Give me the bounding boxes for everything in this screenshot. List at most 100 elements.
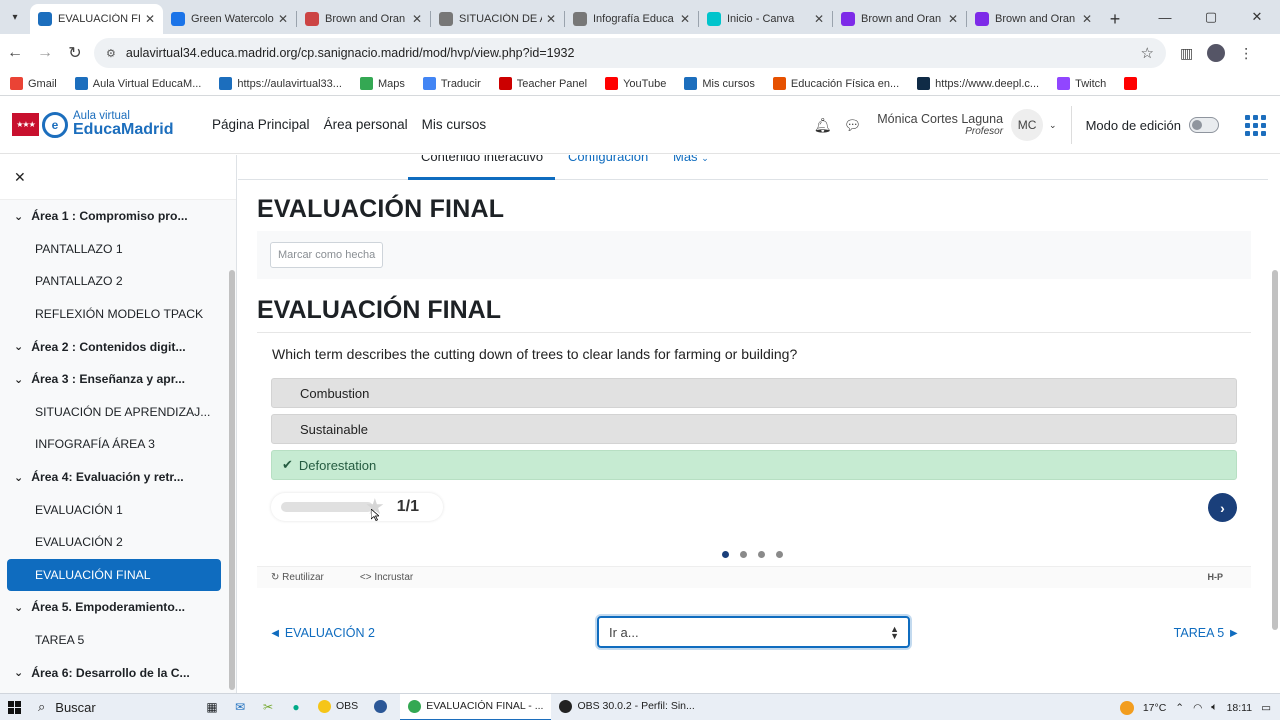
next-slide-button[interactable]: › [1208, 493, 1237, 522]
mark-as-done-button[interactable]: Marcar como hecha [270, 242, 384, 268]
address-bar[interactable]: ⚙ aulavirtual34.educa.madrid.org/cp.sani… [94, 38, 1166, 68]
bookmark-item[interactable]: Teacher Panel [498, 77, 587, 90]
apps-grid-icon[interactable] [1245, 114, 1266, 136]
chevron-down-icon[interactable]: ⌄ [14, 471, 23, 484]
course-activity[interactable]: SITUACIÓN DE APRENDIZAJ... [0, 396, 224, 429]
forward-icon[interactable]: → [30, 38, 60, 68]
profile-avatar[interactable] [1207, 44, 1226, 62]
course-activity[interactable]: EVALUACIÓN 1 [0, 493, 224, 526]
clock[interactable]: 18:11 [1227, 702, 1253, 714]
snipping-tool-icon[interactable]: ✂ [254, 694, 282, 720]
side-panel-icon[interactable]: ▥ [1180, 45, 1193, 62]
tab-close-icon[interactable]: ✕ [814, 12, 824, 26]
chevron-down-icon[interactable]: ⌄ [14, 210, 23, 223]
tab-close-icon[interactable]: ✕ [278, 12, 288, 26]
close-window-icon[interactable]: ✕ [1234, 0, 1280, 34]
network-icon[interactable]: ◠ [1193, 702, 1202, 714]
taskbar-app[interactable]: EVALUACIÓN FINAL - ... [400, 693, 552, 720]
site-logo[interactable]: ★★★ e Aula virtual EducaMadrid [12, 110, 198, 139]
site-info-icon[interactable]: ⚙ [106, 47, 116, 60]
course-activity[interactable]: EVALUACIÓN 2 [0, 526, 224, 559]
slide-dot[interactable] [722, 551, 729, 558]
course-section[interactable]: ⌄ Área 6: Desarrollo de la C... [0, 656, 224, 689]
windows-start-icon[interactable] [0, 694, 28, 720]
slide-dot[interactable] [776, 551, 783, 558]
course-section[interactable]: ⌄ Área 4: Evaluación y retr... [0, 461, 224, 494]
browser-menu-icon[interactable]: ⋮ [1239, 45, 1253, 62]
task-view-icon[interactable]: ▦ [198, 694, 226, 720]
next-activity-link[interactable]: TAREA 5 ► [1174, 626, 1240, 640]
tab-interactive-content[interactable]: Contenido interactivo [421, 155, 543, 164]
mail-icon[interactable]: ✉ [226, 694, 254, 720]
bookmark-item[interactable]: https://www.deepl.c... [917, 77, 1039, 90]
nav-link[interactable]: Página Principal [212, 117, 310, 132]
reuse-button[interactable]: ↻ Reutilizar [271, 572, 342, 583]
chevron-down-icon[interactable]: ⌄ [14, 666, 23, 679]
chevron-down-icon[interactable]: ⌄ [14, 340, 23, 353]
new-tab-button[interactable]: + [1100, 4, 1130, 34]
course-activity[interactable]: INFOGRAFÍA ÁREA 3 [0, 428, 224, 461]
close-drawer-icon[interactable]: ✕ [14, 169, 26, 186]
course-section[interactable]: ⌄ Área 2 : Contenidos digit... [0, 330, 224, 363]
course-section[interactable]: ⌄ Área 1 : Compromiso pro... [0, 200, 224, 233]
course-activity[interactable]: TAREA 5 [0, 624, 224, 657]
nav-link[interactable]: Área personal [324, 117, 408, 132]
bookmark-item[interactable]: Traducir [422, 77, 481, 90]
course-section[interactable]: ⌄ Área 3 : Enseñanza y apr... [0, 363, 224, 396]
notifications-icon[interactable]: ▭ [1261, 702, 1271, 714]
bookmark-item[interactable]: https://aulavirtual33... [219, 77, 342, 90]
messages-icon[interactable]: 💬︎ [843, 117, 861, 134]
browser-tab[interactable]: Brown and Oran ✕ [833, 4, 966, 34]
browser-tab[interactable]: Inicio - Canva ✕ [699, 4, 832, 34]
user-menu-chevron-down-icon[interactable]: ⌄ [1049, 120, 1057, 131]
answer-option[interactable]: Sustainable [271, 414, 1237, 444]
edge-icon[interactable]: ● [282, 694, 310, 720]
drawer-scrollbar[interactable] [229, 270, 235, 690]
previous-activity-link[interactable]: ◄ EVALUACIÓN 2 [269, 626, 375, 640]
temperature[interactable]: 17°C [1143, 702, 1166, 714]
browser-tab[interactable]: Infografía Educa ✕ [565, 4, 698, 34]
answer-option[interactable]: Combustion [271, 378, 1237, 408]
user-info[interactable]: Mónica Cortes Laguna Profesor [877, 112, 1003, 138]
bookmark-item[interactable]: Gmail [10, 77, 57, 90]
h5p-logo[interactable]: H-P [1208, 572, 1224, 582]
tab-close-icon[interactable]: ✕ [412, 12, 422, 26]
taskbar-app[interactable]: OBS 30.0.2 - Perfil: Sin... [551, 694, 702, 720]
course-activity[interactable]: PANTALLAZO 2 [0, 265, 224, 298]
tray-chevron-up-icon[interactable]: ⌃ [1175, 702, 1184, 714]
nav-link[interactable]: Mis cursos [422, 117, 487, 132]
taskbar-app[interactable] [366, 694, 400, 720]
slide-dot[interactable] [740, 551, 747, 558]
browser-tab[interactable]: EVALUACIÓN FIN ✕ [30, 4, 163, 34]
back-icon[interactable]: ← [0, 38, 30, 68]
tab-search-menu-icon[interactable]: ▾ [0, 0, 30, 34]
tab-more[interactable]: Más ⌄ [673, 155, 709, 164]
bookmark-item[interactable]: Maps [359, 77, 405, 90]
tab-close-icon[interactable]: ✕ [680, 12, 690, 26]
chevron-down-icon[interactable]: ⌄ [14, 373, 23, 386]
tab-close-icon[interactable]: ✕ [145, 12, 155, 26]
browser-tab[interactable]: Brown and Oran ✕ [297, 4, 430, 34]
course-activity[interactable]: REFLEXIÓN MODELO TPACK [0, 298, 224, 331]
tab-close-icon[interactable]: ✕ [948, 12, 958, 26]
avatar[interactable]: MC [1011, 109, 1044, 141]
minimize-icon[interactable]: — [1142, 0, 1188, 34]
embed-button[interactable]: <> Incrustar [360, 572, 431, 583]
tab-close-icon[interactable]: ✕ [1082, 12, 1092, 26]
taskbar-app[interactable]: OBS [310, 694, 366, 720]
maximize-icon[interactable]: ▢ [1188, 0, 1234, 34]
answer-option-correct[interactable]: ✔ Deforestation [271, 450, 1237, 480]
bookmark-item[interactable]: Mis cursos [684, 77, 755, 90]
course-section[interactable]: ⌄ Área 5. Empoderamiento... [0, 591, 224, 624]
bookmark-item[interactable]: YouTube [605, 77, 666, 90]
taskbar-search[interactable]: ⌕ Buscar [28, 694, 198, 720]
course-activity[interactable]: EVALUACIÓN FINAL [7, 558, 221, 592]
edit-mode-toggle[interactable] [1189, 117, 1219, 133]
weather-icon[interactable] [1119, 700, 1134, 715]
chevron-down-icon[interactable]: ⌄ [14, 601, 23, 614]
tab-close-icon[interactable]: ✕ [546, 12, 556, 26]
bookmark-item[interactable] [1124, 77, 1142, 90]
browser-tab[interactable]: SITUACIÓN DE A ✕ [431, 4, 564, 34]
tab-settings[interactable]: Configuración [568, 155, 648, 164]
bookmark-item[interactable]: Educación Física en... [772, 77, 899, 90]
